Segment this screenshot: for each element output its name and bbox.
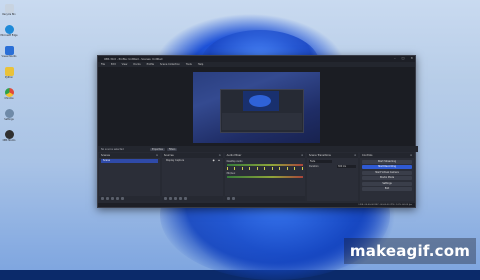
dock-menu-icon[interactable]: ⧉ — [354, 153, 356, 158]
menu-docks[interactable]: Docks — [133, 63, 140, 66]
studio-mode-button[interactable]: Studio Mode — [362, 176, 412, 180]
mixer-channel: Desktop Audio — [226, 160, 304, 170]
audio-mixer-dock: Audio Mixer ⧉ Desktop Audio Mic/Aux — [224, 153, 306, 201]
desktop-icon[interactable]: Visual Studio — [0, 46, 18, 64]
dock-title: Sources — [163, 154, 174, 157]
remove-icon[interactable] — [168, 197, 172, 200]
sources-footer — [161, 196, 223, 201]
duration-label: Duration — [309, 165, 319, 168]
menu-view[interactable]: View — [122, 63, 128, 66]
desktop-icon[interactable]: Chrome — [0, 88, 18, 106]
status-bar: LIVE: 00:00:00 REC: 00:00:00 CPU: 2.0%, … — [98, 203, 415, 207]
add-icon[interactable] — [101, 197, 104, 200]
menu-file[interactable]: File — [101, 63, 105, 66]
dock-row: Scenes ⧉ Scene Sources ⧉ Display Capture ● ▪… — [98, 153, 415, 202]
menu-tools[interactable]: Tools — [186, 63, 192, 66]
dock-title: Audio Mixer — [226, 154, 242, 157]
dock-menu-icon[interactable]: ⧉ — [156, 153, 158, 158]
lock-icon[interactable]: ▪ — [218, 159, 220, 163]
desktop-icon[interactable]: Python — [0, 67, 18, 85]
dock-title: Scenes — [101, 154, 110, 157]
scene-item[interactable]: Scene — [101, 159, 158, 163]
up-icon[interactable] — [116, 197, 119, 200]
mixer-channel: Mic/Aux — [226, 172, 304, 178]
start-streaming-button[interactable]: Start Streaming — [362, 159, 412, 164]
code-icon — [4, 46, 14, 55]
obs-window: OBS 30.0 - Profile: Untitled - Scenes: U… — [97, 55, 418, 208]
sources-dock: Sources ⧉ Display Capture ● ▪ — [161, 153, 223, 201]
nested-obs-capture — [220, 89, 304, 133]
menu-scene-collection[interactable]: Scene Collection — [160, 63, 180, 66]
transitions-dock: Scene Transitions ⧉ Fade Duration 300 ms — [307, 153, 359, 201]
up-icon[interactable] — [178, 197, 182, 200]
controls-dock: Controls ⧉ Start Streaming Start Recordin… — [360, 153, 414, 201]
maximize-button[interactable]: □ — [402, 56, 405, 60]
watermark-logo: makeagif.com — [344, 238, 476, 264]
virtual-camera-button[interactable]: Start Virtual Camera — [362, 170, 412, 175]
scenes-dock: Scenes ⧉ Scene — [99, 153, 160, 201]
menu-profile[interactable]: Profile — [147, 63, 154, 66]
volume-meter — [226, 164, 304, 166]
eye-icon[interactable]: ● — [213, 159, 215, 163]
gear-icon[interactable] — [173, 197, 177, 200]
desktop-icon[interactable]: Settings — [0, 109, 18, 127]
menu-help[interactable]: Help — [198, 63, 203, 66]
chrome-icon — [4, 88, 14, 97]
dock-menu-icon[interactable]: ⧉ — [410, 153, 412, 158]
source-toolbar: No source selected Properties Filters — [98, 146, 418, 152]
desktop-icon[interactable]: Recycle Bin — [0, 4, 18, 22]
start-recording-button[interactable]: Start Recording — [362, 165, 412, 169]
window-title: OBS 30.0 - Profile: Untitled - Scenes: U… — [104, 57, 163, 61]
preview-canvas[interactable] — [193, 72, 320, 143]
down-icon[interactable] — [121, 197, 124, 200]
recycle-bin-icon — [4, 4, 14, 13]
dock-title: Scene Transitions — [309, 154, 331, 157]
desktop-icons: Recycle Bin Microsoft Edge Visual Studio… — [0, 4, 18, 151]
remove-icon[interactable] — [106, 197, 109, 200]
gear-icon — [4, 109, 14, 118]
down-icon[interactable] — [183, 197, 187, 200]
filter-icon[interactable] — [111, 197, 114, 200]
mixer-footer — [224, 196, 306, 201]
edge-icon — [4, 25, 14, 34]
window-controls: – □ ✕ — [394, 56, 413, 60]
python-icon — [4, 67, 14, 76]
scenes-footer — [99, 196, 160, 201]
obs-icon — [4, 130, 14, 139]
close-button[interactable]: ✕ — [410, 56, 413, 60]
menu-icon[interactable] — [231, 197, 235, 200]
desktop-icon[interactable]: OBS Studio — [0, 130, 18, 148]
minimize-button[interactable]: – — [394, 56, 396, 60]
filters-button[interactable]: Filters — [166, 147, 178, 151]
transition-select[interactable]: Fade — [309, 160, 333, 163]
desktop-icon[interactable]: Microsoft Edge — [0, 25, 18, 43]
preview-area[interactable] — [98, 67, 415, 146]
add-icon[interactable] — [163, 197, 167, 200]
source-item[interactable]: Display Capture ● ▪ — [164, 159, 221, 163]
title-bar[interactable]: OBS 30.0 - Profile: Untitled - Scenes: U… — [98, 56, 415, 62]
duration-input[interactable]: 300 ms — [337, 165, 357, 168]
dock-menu-icon[interactable]: ⧉ — [219, 153, 221, 158]
dock-title: Controls — [362, 154, 373, 157]
gear-icon[interactable] — [226, 197, 230, 200]
dock-menu-icon[interactable]: ⧉ — [301, 153, 303, 158]
properties-button[interactable]: Properties — [149, 147, 165, 151]
nested-bloom — [249, 95, 271, 107]
exit-button[interactable]: Exit — [362, 187, 412, 191]
volume-meter — [226, 176, 304, 178]
settings-button[interactable]: Settings — [362, 181, 412, 186]
menu-edit[interactable]: Edit — [111, 63, 116, 66]
nested-docks — [222, 113, 302, 130]
no-source-label: No source selected — [101, 147, 124, 151]
volume-slider[interactable] — [226, 167, 303, 170]
